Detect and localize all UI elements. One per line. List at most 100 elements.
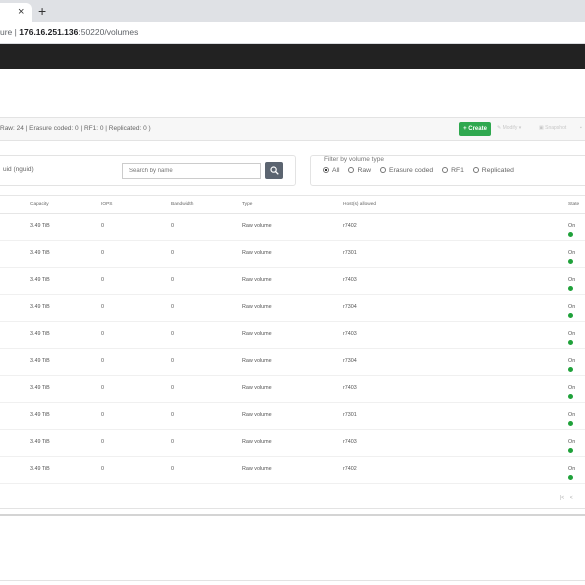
address-bar[interactable]: ure | 176.16.251.136:50220/volumes	[0, 22, 585, 44]
search-icon	[270, 166, 279, 175]
radio-replicated[interactable]: Replicated	[472, 167, 514, 174]
cell-type: Raw volume	[242, 412, 272, 418]
cell-bandwidth: 0	[171, 331, 174, 337]
cell-hosts: r7304	[343, 358, 357, 364]
cell-bandwidth: 0	[171, 277, 174, 283]
column-header-hosts[interactable]: Host(s) allowed	[343, 202, 376, 207]
table-row[interactable]: 3.49 TiB 0 0 Raw volume r7304 On	[0, 295, 585, 322]
cell-type: Raw volume	[242, 223, 272, 229]
modify-button[interactable]: ✎ Modify ▾	[497, 125, 521, 131]
state-label: On	[568, 331, 576, 337]
cell-type: Raw volume	[242, 358, 272, 364]
cell-iops: 0	[101, 304, 104, 310]
table-row[interactable]: 3.49 TiB 0 0 Raw volume r7301 On	[0, 403, 585, 430]
cell-bandwidth: 0	[171, 223, 174, 229]
status-online-icon	[568, 259, 573, 264]
cell-state: On	[568, 331, 576, 345]
cell-hosts: r7403	[343, 277, 357, 283]
cell-hosts: r7403	[343, 439, 357, 445]
cell-state: On	[568, 412, 576, 426]
status-online-icon	[568, 448, 573, 453]
first-page-button[interactable]: |<	[560, 495, 564, 501]
state-label: On	[568, 412, 576, 418]
column-header-iops[interactable]: IOPS	[101, 202, 112, 207]
column-header-state[interactable]: State	[568, 202, 579, 207]
radio-icon	[348, 167, 355, 173]
cell-type: Raw volume	[242, 466, 272, 472]
cell-iops: 0	[101, 439, 104, 445]
cell-bandwidth: 0	[171, 385, 174, 391]
cell-bandwidth: 0	[171, 304, 174, 310]
cell-capacity: 3.49 TiB	[30, 466, 50, 472]
pagination: |< <	[560, 495, 573, 501]
state-label: On	[568, 250, 576, 256]
cell-capacity: 3.49 TiB	[30, 331, 50, 337]
panel-divider	[0, 508, 585, 509]
status-online-icon	[568, 394, 573, 399]
radio-raw[interactable]: Raw	[348, 167, 371, 174]
cell-type: Raw volume	[242, 331, 272, 337]
status-online-icon	[568, 367, 573, 372]
owner-label: uid (nguid)	[3, 166, 34, 173]
table-row[interactable]: 3.49 TiB 0 0 Raw volume r7402 On	[0, 214, 585, 241]
cell-type: Raw volume	[242, 439, 272, 445]
radio-icon	[442, 167, 449, 173]
table-row[interactable]: 3.49 TiB 0 0 Raw volume r7403 On	[0, 268, 585, 295]
address-path: :50220/volumes	[78, 27, 139, 37]
state-label: On	[568, 277, 576, 283]
cell-state: On	[568, 358, 575, 372]
table-row[interactable]: 3.49 TiB 0 0 Raw volume r7304 On	[0, 349, 585, 376]
new-tab-icon[interactable]: +	[38, 3, 46, 19]
radio-erasure-coded[interactable]: Erasure coded	[379, 167, 434, 174]
radio-rf1[interactable]: RF1	[442, 167, 464, 174]
radio-label: All	[332, 167, 340, 174]
radio-label: Erasure coded	[388, 167, 434, 174]
table-row[interactable]: 3.49 TiB 0 0 Raw volume r7402 On	[0, 457, 585, 484]
column-header-type[interactable]: Type	[242, 202, 252, 207]
cell-type: Raw volume	[242, 385, 272, 391]
column-header-bandwidth[interactable]: Bandwidth	[171, 202, 193, 207]
create-button[interactable]: + Create	[459, 122, 491, 136]
radio-label: RF1	[451, 167, 464, 174]
status-online-icon	[568, 340, 573, 345]
modify-button-label: Modify	[502, 125, 518, 131]
search-input[interactable]	[122, 163, 261, 179]
volume-summary: Raw: 24 | Erasure coded: 0 | RF1: 0 | Re…	[0, 125, 151, 132]
close-tab-icon[interactable]: ×	[18, 6, 24, 18]
state-label: On	[568, 304, 576, 310]
address-url[interactable]: ure | 176.16.251.136:50220/volumes	[0, 27, 138, 37]
volume-type-radio-group: All Raw Erasure coded RF1 Replicated	[323, 167, 521, 174]
create-button-label: Create	[468, 126, 487, 132]
search-button[interactable]	[265, 162, 283, 179]
table-row[interactable]: 3.49 TiB 0 0 Raw volume r7403 On	[0, 376, 585, 403]
cell-hosts: r7402	[343, 466, 357, 472]
browser-tab-bar: × +	[0, 0, 585, 22]
cell-capacity: 3.49 TiB	[30, 412, 50, 418]
more-button[interactable]: ▪	[580, 125, 582, 131]
previous-page-button[interactable]: <	[570, 495, 573, 501]
cell-capacity: 3.49 TiB	[30, 223, 50, 229]
address-separator: |	[14, 27, 17, 37]
cell-state: On	[568, 304, 576, 318]
volumes-toolbar: Raw: 24 | Erasure coded: 0 | RF1: 0 | Re…	[0, 117, 585, 141]
cell-bandwidth: 0	[171, 412, 174, 418]
column-header-capacity[interactable]: Capacity	[30, 202, 49, 207]
state-label: On	[568, 439, 576, 445]
cell-capacity: 3.49 TiB	[30, 304, 50, 310]
cell-state: On	[568, 277, 576, 291]
radio-all[interactable]: All	[323, 167, 340, 174]
cell-state: On	[568, 466, 575, 480]
browser-tab[interactable]: ×	[0, 3, 32, 22]
cell-iops: 0	[101, 223, 104, 229]
volume-type-filter: Filter by volume type All Raw Erasure co…	[310, 155, 585, 186]
app-header	[0, 44, 585, 69]
cell-hosts: r7403	[343, 385, 357, 391]
table-row[interactable]: 3.49 TiB 0 0 Raw volume r7403 On	[0, 430, 585, 457]
cell-capacity: 3.49 TiB	[30, 250, 50, 256]
snapshot-button[interactable]: ▣ Snapshot	[539, 125, 566, 131]
table-row[interactable]: 3.49 TiB 0 0 Raw volume r7301 On	[0, 241, 585, 268]
state-label: On	[568, 385, 576, 391]
status-online-icon	[568, 232, 573, 237]
status-online-icon	[568, 421, 573, 426]
table-row[interactable]: 3.49 TiB 0 0 Raw volume r7403 On	[0, 322, 585, 349]
